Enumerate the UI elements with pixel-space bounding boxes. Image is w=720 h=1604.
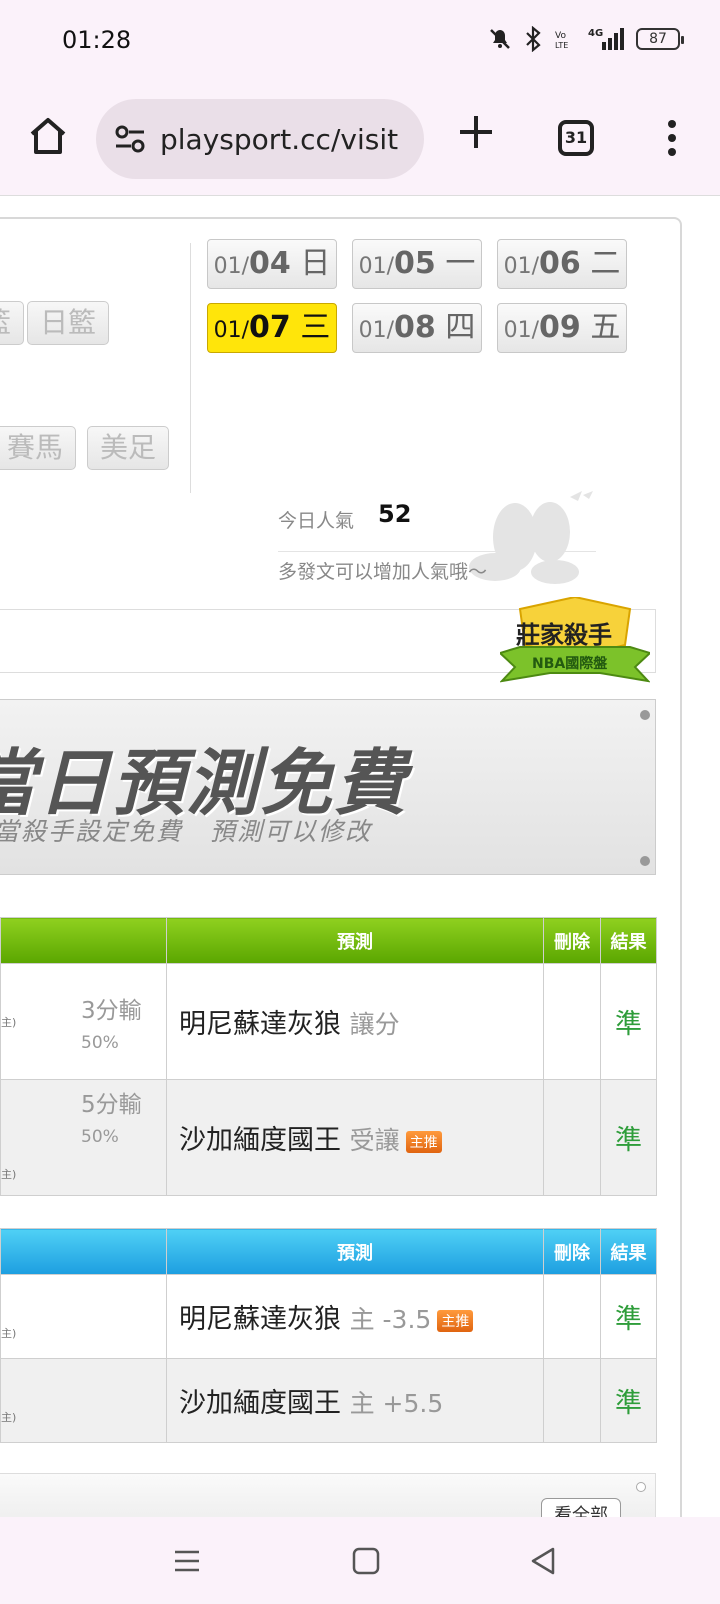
row-tiny-text: 主) xyxy=(1,1411,17,1424)
table2-header-result: 結果 xyxy=(600,1228,657,1275)
date-button-0106[interactable]: 01/06 二 xyxy=(497,239,627,289)
date-button-0109[interactable]: 01/09 五 xyxy=(497,303,627,353)
site-settings-icon[interactable] xyxy=(114,125,146,153)
date-button-0104[interactable]: 01/04 日 xyxy=(207,239,337,289)
delete-cell[interactable] xyxy=(543,1358,601,1443)
result-cell: 準 xyxy=(600,963,657,1080)
loss-info: 3分輸 50% xyxy=(81,998,142,1053)
recent-apps-icon[interactable] xyxy=(174,1549,200,1573)
table1-header-result: 結果 xyxy=(600,917,657,964)
table-row: 主) 3分輸 50% 明尼蘇達灰狼 讓分 準 xyxy=(0,963,657,1080)
system-nav-bar xyxy=(0,1517,720,1604)
table1-header-delete: 刪除 xyxy=(543,917,601,964)
table-row: 5分輸 50% 主) 沙加緬度國王 受讓 主推 準 xyxy=(0,1079,657,1196)
bluetooth-icon xyxy=(526,26,541,52)
date-button-0107-selected[interactable]: 01/07 三 xyxy=(207,303,337,353)
tab-switcher-button[interactable]: 31 xyxy=(558,120,594,156)
prediction-table-1: 預測 刪除 結果 主) 3分輸 50% 明尼蘇達灰狼 讓分 準 5分輸 50% 主)… xyxy=(0,917,657,1196)
banker-killer-badge: 莊家殺手 NBA國際盤 xyxy=(500,597,650,689)
row-left-cell: 5分輸 50% 主) xyxy=(0,1079,167,1196)
prediction-cell: 沙加緬度國王 主 +5.5 xyxy=(166,1358,544,1443)
status-icons: Vo LTE 4G 87 xyxy=(488,26,684,52)
banner-dot-bottom xyxy=(640,856,650,866)
main-pick-tag: 主推 xyxy=(437,1309,474,1332)
see-all-button[interactable]: 看全部 xyxy=(541,1498,621,1517)
row-tiny-text: 主) xyxy=(1,1327,17,1340)
banner-dot-top xyxy=(640,710,650,720)
delete-cell[interactable] xyxy=(543,963,601,1080)
browser-toolbar: playsport.cc/visit 31 xyxy=(0,84,720,196)
signal-4g-icon: 4G xyxy=(588,28,624,50)
home-nav-icon[interactable] xyxy=(352,1547,380,1575)
row-tiny-text: 主) xyxy=(1,1168,17,1181)
table-row: 主) 沙加緬度國王 主 +5.5 準 xyxy=(0,1358,657,1443)
web-page: 籃 日籃 賽馬 美足 01/04 日 01/05 一 01/06 二 01/07… xyxy=(0,197,720,1517)
new-tab-icon[interactable] xyxy=(458,114,494,150)
volte-icon: VoLTE xyxy=(555,31,568,50)
prediction-cell: 明尼蘇達灰狼 讓分 xyxy=(166,963,544,1080)
sport-button-american-football[interactable]: 美足 xyxy=(87,426,170,470)
battery-icon: 87 xyxy=(636,28,684,50)
row-left-cell: 主) xyxy=(0,1358,167,1443)
badge-subtitle: NBA國際盤 xyxy=(532,656,608,672)
table2-header-delete: 刪除 xyxy=(543,1228,601,1275)
row-tiny-text: 主) xyxy=(1,1016,17,1029)
popularity-divider xyxy=(278,551,596,552)
popularity-label: 今日人氣 xyxy=(278,510,355,532)
popularity-count: 52 xyxy=(378,500,412,528)
status-bar: 01:28 Vo LTE 4G 87 xyxy=(0,0,720,84)
table1-header-left xyxy=(0,917,167,964)
box-dot xyxy=(636,1482,646,1492)
badge-title: 莊家殺手 xyxy=(516,621,612,649)
status-time: 01:28 xyxy=(62,26,132,54)
sport-button-cut[interactable]: 籃 xyxy=(0,301,25,345)
sport-button-japan-basketball[interactable]: 日籃 xyxy=(27,301,110,345)
home-icon[interactable] xyxy=(26,114,70,158)
table2-header-prediction: 預測 xyxy=(166,1228,544,1275)
row-left-cell: 主) 3分輸 50% xyxy=(0,963,167,1080)
main-pick-tag: 主推 xyxy=(405,1130,442,1153)
table2-header-left xyxy=(0,1228,167,1275)
result-cell: 準 xyxy=(600,1079,657,1196)
svg-text:Vo: Vo xyxy=(555,31,566,41)
back-icon[interactable] xyxy=(530,1547,556,1575)
result-cell: 準 xyxy=(600,1274,657,1359)
delete-cell[interactable] xyxy=(543,1079,601,1196)
url-text[interactable]: playsport.cc/visit xyxy=(160,123,398,156)
popularity-hint: 多發文可以增加人氣哦～ xyxy=(278,561,488,583)
date-button-0105[interactable]: 01/05 一 xyxy=(352,239,482,289)
overflow-menu-icon[interactable] xyxy=(664,120,680,160)
svg-text:4G: 4G xyxy=(588,28,603,39)
banner-subline: 當殺手設定免費 預測可以修改 xyxy=(0,817,373,846)
svg-text:LTE: LTE xyxy=(555,41,568,50)
sport-button-horse-racing[interactable]: 賽馬 xyxy=(0,426,77,470)
table1-header-prediction: 預測 xyxy=(166,917,544,964)
panel-divider xyxy=(190,243,191,493)
prediction-cell: 沙加緬度國王 受讓 主推 xyxy=(166,1079,544,1196)
loss-info: 5分輸 50% xyxy=(81,1092,142,1147)
history-box: 看全部 xyxy=(0,1473,656,1517)
result-cell: 準 xyxy=(600,1358,657,1443)
promo-banner[interactable]: 當日預測免費 當殺手設定免費 預測可以修改 xyxy=(0,699,656,875)
delete-cell[interactable] xyxy=(543,1274,601,1359)
prediction-table-2: 預測 刪除 結果 主) 明尼蘇達灰狼 主 -3.5 主推 準 主) 沙加緬度國王 … xyxy=(0,1228,657,1443)
address-bar[interactable]: playsport.cc/visit xyxy=(96,99,424,179)
mute-icon xyxy=(490,29,510,49)
row-left-cell: 主) xyxy=(0,1274,167,1359)
table-row: 主) 明尼蘇達灰狼 主 -3.5 主推 準 xyxy=(0,1274,657,1359)
date-button-0108[interactable]: 01/08 四 xyxy=(352,303,482,353)
prediction-cell: 明尼蘇達灰狼 主 -3.5 主推 xyxy=(166,1274,544,1359)
